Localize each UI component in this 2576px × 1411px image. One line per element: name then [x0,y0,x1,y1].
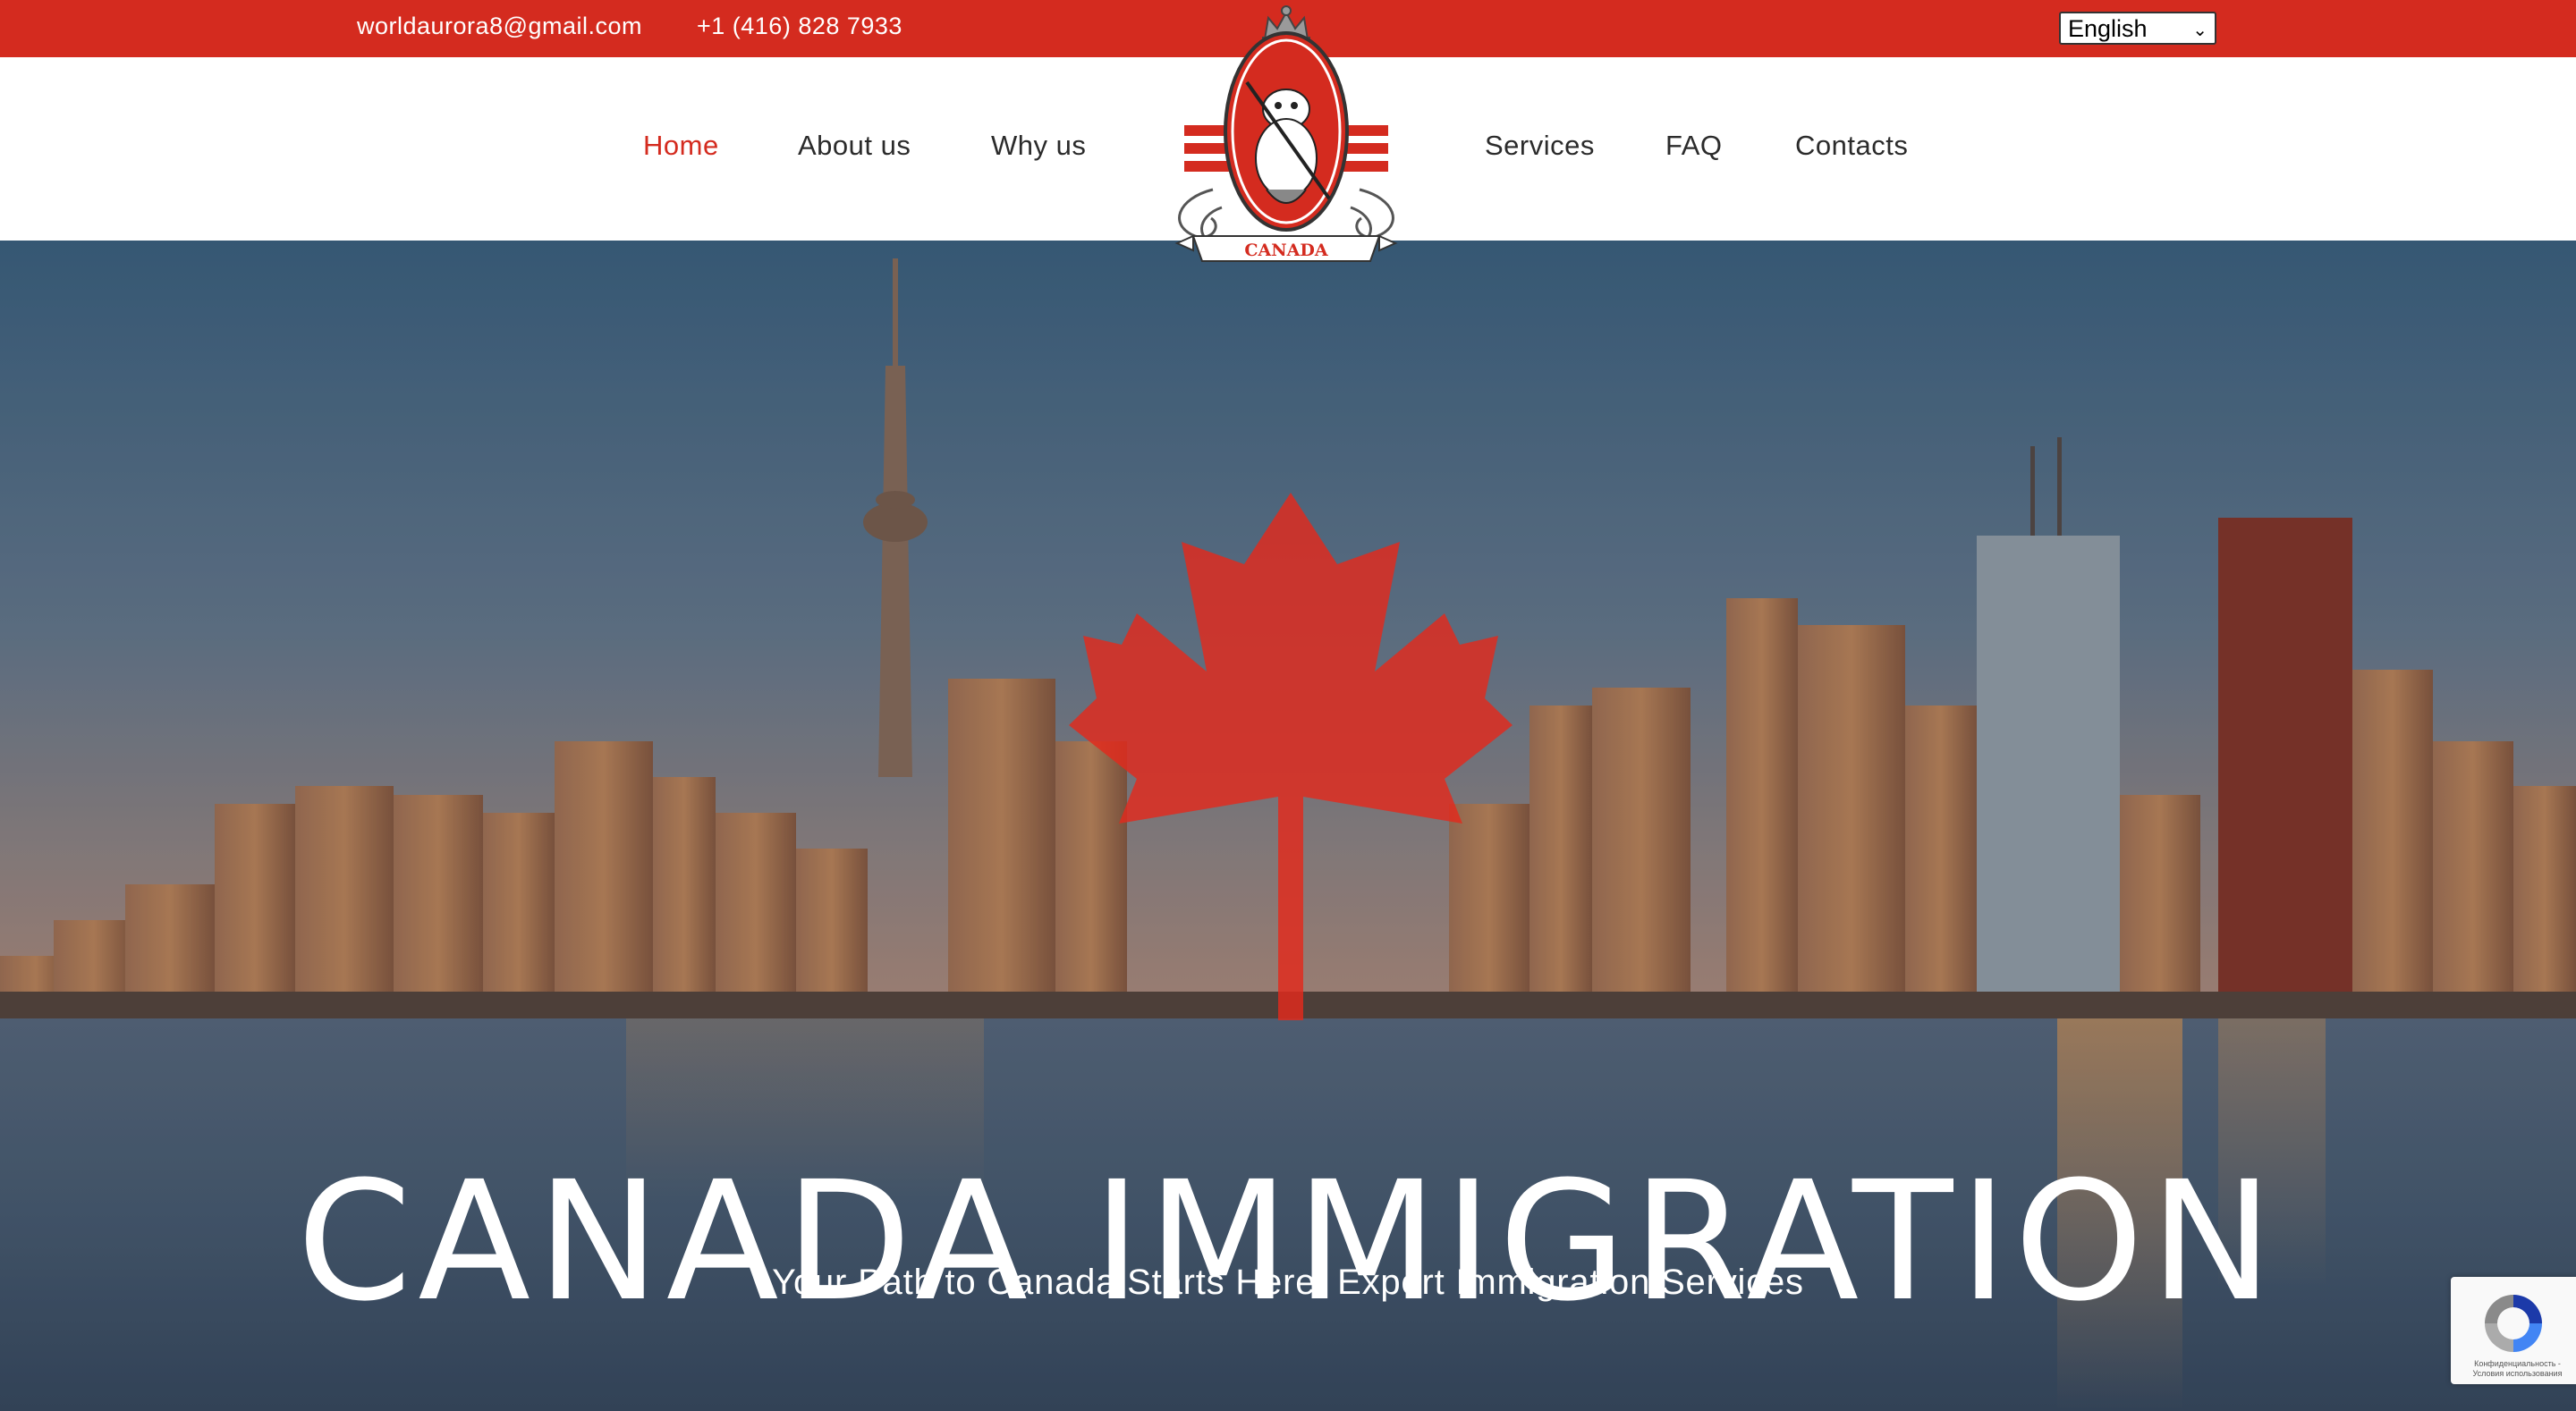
site-logo[interactable]: CANADA [1159,2,1413,270]
language-selected-value: English [2068,15,2148,42]
recaptcha-icon [2485,1295,2542,1352]
logo-banner-text: CANADA [1244,241,1327,260]
hero-subtitle: Your Path to Canada Starts Here: Expert … [772,1263,1804,1302]
recaptcha-terms-link[interactable]: Условия использования [2462,1369,2573,1379]
chevron-down-icon: ⌄ [2192,21,2207,40]
nav-item-home[interactable]: Home [643,130,719,162]
hero-section: CANADA IMMIGRATION Your Path to Canada S… [0,241,2576,1411]
contact-email[interactable]: worldaurora8@gmail.com [357,13,642,40]
recaptcha-badge[interactable]: Конфиденциальность - Условия использован… [2451,1277,2576,1384]
nav-item-why-us[interactable]: Why us [991,130,1086,162]
nav-item-services[interactable]: Services [1485,130,1595,162]
maple-leaf-icon [1069,493,1513,1020]
recaptcha-privacy-link[interactable]: Конфиденциальность - [2462,1359,2573,1369]
recaptcha-terms[interactable]: Конфиденциальность - Условия использован… [2462,1359,2573,1379]
contact-phone[interactable]: +1 (416) 828 7933 [697,13,902,40]
beaver-crest-icon: CANADA [1174,5,1398,262]
nav-item-contacts[interactable]: Contacts [1795,130,1908,162]
language-select[interactable]: English ⌄ [2059,12,2216,45]
nav-item-faq[interactable]: FAQ [1665,130,1723,162]
nav-item-about-us[interactable]: About us [798,130,911,162]
